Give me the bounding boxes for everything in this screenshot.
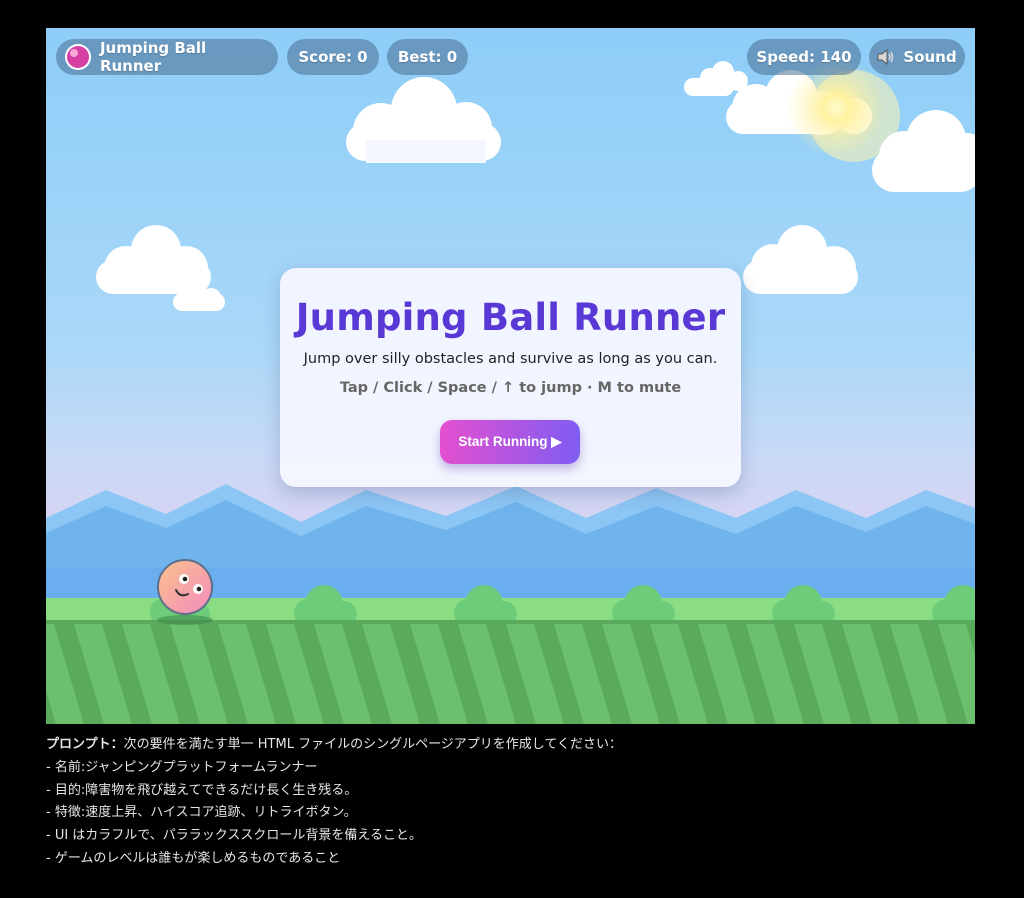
best-score-display: Best: 0 bbox=[387, 39, 468, 75]
modal-description: Jump over silly obstacles and survive as… bbox=[303, 351, 718, 367]
prompt-item: - UI はカラフルで、パララックススクロール背景を備えること。 bbox=[46, 828, 423, 844]
player-ball bbox=[157, 559, 213, 615]
cloud bbox=[684, 61, 748, 96]
modal-controls-hint: Tap / Click / Space / ↑ to jump · M to m… bbox=[339, 380, 682, 396]
prompt-text: プロンプト：次の要件を満たす単一 HTML ファイルのシングルページアプリを作成… bbox=[46, 734, 976, 871]
speaker-icon bbox=[877, 49, 894, 65]
hud-title-pill: Jumping Ball Runner bbox=[56, 39, 278, 75]
sound-toggle-button[interactable]: Sound bbox=[869, 39, 965, 75]
start-modal: Jumping Ball Runner Jump over silly obst… bbox=[280, 268, 741, 487]
prompt-item: - 名前:ジャンピングプラットフォームランナー bbox=[46, 759, 318, 775]
score-display: Score: 0 bbox=[287, 39, 379, 75]
cloud bbox=[743, 225, 858, 294]
start-running-button[interactable]: Start Running ▶ bbox=[440, 420, 580, 464]
cloud bbox=[346, 77, 501, 163]
prompt-heading: プロンプト： bbox=[46, 737, 124, 752]
sound-label: Sound bbox=[903, 48, 957, 66]
game-canvas[interactable]: Jumping Ball Runner Score: 0 Best: 0 Spe… bbox=[46, 28, 975, 724]
hud-title: Jumping Ball Runner bbox=[99, 39, 207, 75]
prompt-intro: 次の要件を満たす単一 HTML ファイルのシングルページアプリを作成してください… bbox=[123, 737, 623, 752]
prompt-item: - 目的:障害物を飛び越えてできるだけ長く生き残る。 bbox=[46, 782, 358, 798]
prompt-item: - 特徴:速度上昇、ハイスコア追跡、リトライボタン。 bbox=[46, 805, 357, 821]
pink-ball-icon bbox=[65, 44, 91, 70]
prompt-item: - ゲームのレベルは誰もが楽しめるものであること bbox=[46, 850, 341, 866]
speed-display: Speed: 140 bbox=[747, 39, 861, 75]
cloud bbox=[96, 225, 225, 311]
modal-title: Jumping Ball Runner bbox=[295, 296, 726, 339]
